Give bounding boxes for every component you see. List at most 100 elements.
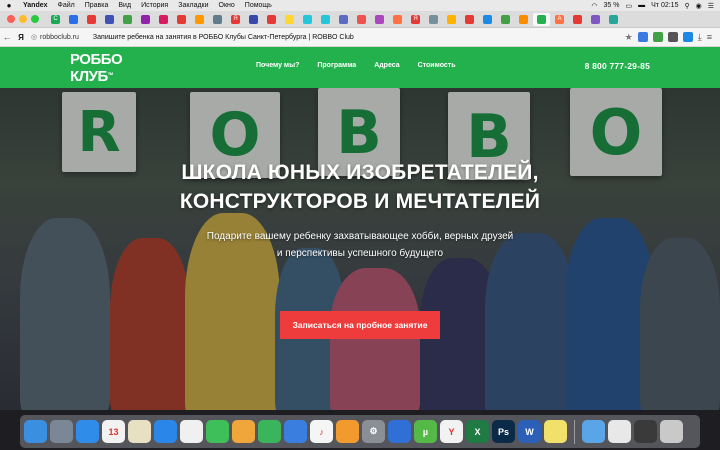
menu-bookmarks[interactable]: Закладки [173,2,213,9]
menu-help[interactable]: Помощь [240,2,277,9]
browser-tab[interactable] [605,13,622,26]
browser-tab[interactable] [587,13,604,26]
back-arrow-icon[interactable]: ← [0,32,14,42]
dock-editor-icon[interactable] [388,420,411,443]
browser-tab[interactable]: A [551,13,568,26]
browser-tab[interactable] [461,13,478,26]
battery-percent[interactable]: 35 % [604,2,620,9]
extension-icon[interactable] [682,32,693,42]
dock-music-icon[interactable]: ♪ [310,420,333,443]
dock-excel-icon[interactable]: X [466,420,489,443]
browser-tab[interactable] [83,13,100,26]
browser-tab[interactable] [317,13,334,26]
browser-tab[interactable]: Я [407,13,424,26]
browser-tab[interactable] [173,13,190,26]
dock-folder-downloads-icon[interactable] [582,420,605,443]
nav-addresses[interactable]: Адреса [374,62,399,69]
browser-tab[interactable] [281,13,298,26]
menu-app-name[interactable]: Yandex [18,2,53,9]
browser-tab[interactable] [569,13,586,26]
browser-menu-icon[interactable]: ≡ [707,32,712,42]
search-icon[interactable]: ⚲ [684,2,689,10]
user-icon[interactable]: ◉ [696,2,702,10]
browser-tab[interactable] [155,13,172,26]
bookmark-star-icon[interactable]: ★ [625,32,633,43]
dock-yandex-browser-icon[interactable]: Y [440,420,463,443]
menu-window[interactable]: Окно [214,2,240,9]
dock-calendar-icon[interactable]: 13 [102,420,125,443]
menu-edit[interactable]: Правка [80,2,114,9]
nav-why-us[interactable]: Почему мы? [256,62,299,69]
page-title[interactable]: Запишите ребенка на занятия в РОББО Клуб… [93,34,354,41]
menu-history[interactable]: История [136,2,173,9]
browser-tab[interactable] [497,13,514,26]
browser-tab[interactable] [479,13,496,26]
browser-tab[interactable] [353,13,370,26]
apple-menu-icon[interactable]: ● [0,1,18,10]
browser-tab[interactable] [263,13,280,26]
browser-tab[interactable] [515,13,532,26]
browser-tab[interactable] [335,13,352,26]
browser-tab[interactable] [389,13,406,26]
dock-messages-icon[interactable] [206,420,229,443]
browser-tab[interactable] [209,13,226,26]
browser-tab[interactable] [191,13,208,26]
browser-tab[interactable] [299,13,316,26]
dock-photoshop-icon[interactable]: Ps [492,420,515,443]
extension-icon[interactable] [637,32,648,42]
dock-stickies-icon[interactable] [544,420,567,443]
browser-tab[interactable] [425,13,442,26]
downloads-icon[interactable]: ⤓ [698,32,702,43]
tab-favicon-icon [177,14,186,24]
logo-trademark: TM [107,71,113,76]
dock-trash-icon[interactable] [660,420,683,443]
nav-price[interactable]: Стоимость [418,62,456,69]
menu-view[interactable]: Вид [113,2,136,9]
dock-photos-icon[interactable] [180,420,203,443]
lock-icon[interactable]: ◎ [28,33,40,41]
dock-numbers-icon[interactable] [258,420,281,443]
yandex-home-icon[interactable]: Я [14,33,28,42]
wifi-icon[interactable]: ◠ [591,2,597,10]
url-domain[interactable]: robboclub.ru [40,34,79,41]
browser-tab[interactable] [137,13,154,26]
browser-tab[interactable] [245,13,262,26]
menu-list-icon[interactable]: ☰ [708,2,714,10]
robbo-club-logo[interactable]: РОББО КЛУБTM [70,51,123,84]
browser-tab[interactable] [101,13,118,26]
zoom-window-button[interactable] [31,15,39,23]
browser-tab[interactable]: C [47,13,64,26]
browser-tab[interactable] [119,13,136,26]
dock-screenshot-icon[interactable] [634,420,657,443]
signup-trial-button[interactable]: Записаться на пробное занятие [280,311,440,339]
browser-tab[interactable] [533,12,550,26]
dock-utorrent-icon[interactable]: µ [414,420,437,443]
dock-finder-icon[interactable] [24,420,47,443]
browser-tab[interactable] [65,13,82,26]
minimize-window-button[interactable] [19,15,27,23]
menu-file[interactable]: Файл [53,2,80,9]
nav-program[interactable]: Программа [317,62,356,69]
dock-launchpad-icon[interactable] [50,420,73,443]
dock-keynote-icon[interactable] [284,420,307,443]
battery-icon[interactable]: ▭ [626,2,633,10]
close-window-button[interactable] [7,15,15,23]
dock-books-icon[interactable] [336,420,359,443]
phone-number[interactable]: 8 800 777-29-85 [585,61,650,71]
dock-system-preferences-icon[interactable]: ⚙ [362,420,385,443]
dock-app-store-icon[interactable] [154,420,177,443]
dock-notes-icon[interactable] [128,420,151,443]
dock-preview-icon[interactable] [608,420,631,443]
browser-tab[interactable]: Я [227,13,244,26]
logo-line-1: РОББО [70,51,123,68]
dock-pages-icon[interactable] [232,420,255,443]
flag-icon[interactable]: ▬ [638,2,645,9]
extension-icon[interactable] [667,32,678,42]
browser-tab[interactable] [371,13,388,26]
browser-tab[interactable] [443,13,460,26]
dock-word-icon[interactable]: W [518,420,541,443]
clock[interactable]: Чт 02:15 [651,2,678,9]
site-header: РОББО КЛУБTM Почему мы? Программа Адреса… [0,47,720,88]
dock-safari-icon[interactable] [76,420,99,443]
extension-icon[interactable] [652,32,663,42]
